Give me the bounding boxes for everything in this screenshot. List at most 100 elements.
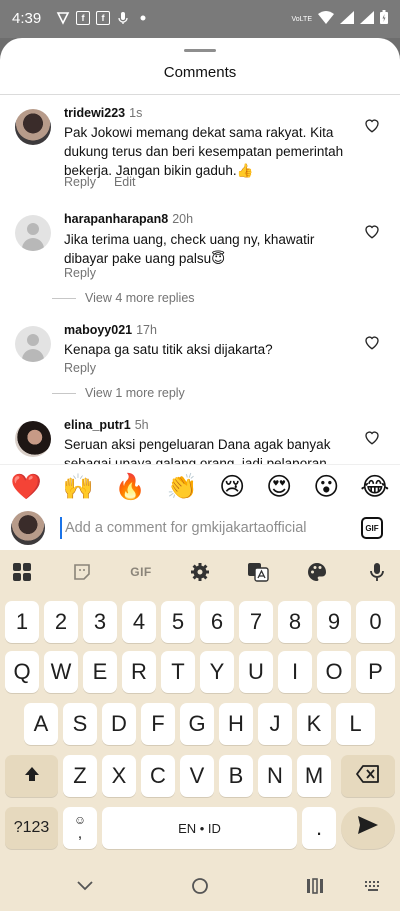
heart-icon[interactable] xyxy=(363,428,381,446)
key-5[interactable]: 5 xyxy=(161,601,195,643)
avatar[interactable] xyxy=(15,326,51,362)
key-a[interactable]: A xyxy=(24,703,58,745)
edit-button[interactable]: Edit xyxy=(114,175,136,189)
comment-actions: Reply Edit xyxy=(64,175,136,189)
key-d[interactable]: D xyxy=(102,703,136,745)
emoji-laughing-button[interactable]: 😂 xyxy=(360,472,389,501)
key-6[interactable]: 6 xyxy=(200,601,234,643)
keyboard-switch-icon[interactable] xyxy=(362,875,384,897)
comment-text: Pak Jokowi memang dekat sama rakyat. Kit… xyxy=(64,125,344,178)
key-0[interactable]: 0 xyxy=(356,601,395,643)
key-w[interactable]: W xyxy=(44,651,78,693)
divider xyxy=(52,392,76,394)
comment-time: 17h xyxy=(136,323,157,337)
key-n[interactable]: N xyxy=(258,755,292,797)
comment-username[interactable]: maboyy021 xyxy=(64,323,132,337)
comment-header: harapanharapan8 20h xyxy=(64,212,193,226)
emoji-clap-button[interactable]: 👏 xyxy=(167,472,198,502)
palette-icon[interactable] xyxy=(305,560,329,584)
key-g[interactable]: G xyxy=(180,703,214,745)
emoji-heart-eyes-button[interactable]: 😍 xyxy=(266,472,292,501)
key-h[interactable]: H xyxy=(219,703,253,745)
key-b[interactable]: B xyxy=(219,755,253,797)
key-k[interactable]: K xyxy=(297,703,331,745)
key-c[interactable]: C xyxy=(141,755,175,797)
key-1[interactable]: 1 xyxy=(5,601,39,643)
period-key[interactable]: . xyxy=(302,807,336,849)
heart-icon[interactable] xyxy=(363,116,381,134)
drag-handle[interactable] xyxy=(184,49,216,52)
key-v[interactable]: V xyxy=(180,755,214,797)
heart-icon[interactable] xyxy=(363,333,381,351)
key-j[interactable]: J xyxy=(258,703,292,745)
translate-icon[interactable] xyxy=(246,560,270,584)
send-key[interactable] xyxy=(341,807,395,849)
microphone-icon xyxy=(116,11,130,25)
emoji-surprised-button[interactable]: 😮 xyxy=(313,472,339,501)
key-l[interactable]: L xyxy=(336,703,375,745)
key-7[interactable]: 7 xyxy=(239,601,273,643)
backspace-key[interactable] xyxy=(341,755,395,797)
avatar[interactable] xyxy=(15,109,51,145)
view-replies-button[interactable]: View 4 more replies xyxy=(52,291,195,305)
emoji-fire-button[interactable]: 🔥 xyxy=(115,472,146,502)
key-m[interactable]: M xyxy=(297,755,331,797)
key-9[interactable]: 9 xyxy=(317,601,351,643)
comma-key[interactable]: ☺ , xyxy=(63,807,97,849)
emoji-crying-button[interactable]: 😢 xyxy=(219,472,245,501)
key-t[interactable]: T xyxy=(161,651,195,693)
key-r[interactable]: R xyxy=(122,651,156,693)
key-o[interactable]: O xyxy=(317,651,351,693)
battery-icon xyxy=(380,10,388,29)
key-p[interactable]: P xyxy=(356,651,395,693)
recents-icon[interactable] xyxy=(304,875,326,897)
avatar[interactable] xyxy=(15,215,51,251)
keyboard-gif-button[interactable]: GIF xyxy=(125,560,157,584)
comment-username[interactable]: harapanharapan8 xyxy=(64,212,168,226)
comment-actions: Reply xyxy=(64,266,96,280)
heart-icon[interactable] xyxy=(363,222,381,240)
key-3[interactable]: 3 xyxy=(83,601,117,643)
key-z[interactable]: Z xyxy=(63,755,97,797)
key-2[interactable]: 2 xyxy=(44,601,78,643)
key-x[interactable]: X xyxy=(102,755,136,797)
reply-button[interactable]: Reply xyxy=(64,175,96,189)
key-e[interactable]: E xyxy=(83,651,117,693)
gif-button[interactable]: GIF xyxy=(361,517,383,539)
comment-text: Kenapa ga satu titik aksi dijakarta? xyxy=(64,342,273,357)
hide-keyboard-chevron-icon[interactable] xyxy=(74,875,96,897)
home-icon[interactable] xyxy=(189,875,211,897)
facebook-icon: f xyxy=(76,11,90,25)
divider xyxy=(0,94,400,95)
avatar[interactable] xyxy=(15,421,51,457)
key-8[interactable]: 8 xyxy=(278,601,312,643)
key-s[interactable]: S xyxy=(63,703,97,745)
comment-header: tridewi223 1s xyxy=(64,106,142,120)
key-f[interactable]: F xyxy=(141,703,175,745)
reply-button[interactable]: Reply xyxy=(64,361,96,375)
microphone-icon[interactable] xyxy=(365,560,389,584)
backspace-icon xyxy=(356,763,380,789)
apps-grid-icon[interactable] xyxy=(10,560,34,584)
comment-username[interactable]: elina_putr1 xyxy=(64,418,131,432)
settings-gear-icon[interactable] xyxy=(188,560,212,584)
key-y[interactable]: Y xyxy=(200,651,234,693)
key-q[interactable]: Q xyxy=(5,651,39,693)
key-u[interactable]: U xyxy=(239,651,273,693)
comment-username[interactable]: tridewi223 xyxy=(64,106,125,120)
keyboard-toolbar: GIF xyxy=(0,550,400,594)
key-i[interactable]: I xyxy=(278,651,312,693)
sticker-icon[interactable] xyxy=(70,560,94,584)
comment-time: 1s xyxy=(129,106,143,120)
system-icons: VoLTE xyxy=(292,10,388,29)
key-4[interactable]: 4 xyxy=(122,601,156,643)
emoji-raised-hands-button[interactable]: 🙌 xyxy=(63,472,94,502)
view-replies-button[interactable]: View 1 more reply xyxy=(52,386,185,400)
space-key[interactable]: EN • ID xyxy=(102,807,297,849)
emoji-heart-button[interactable]: ❤️ xyxy=(11,472,42,502)
symbols-key[interactable]: ?123 xyxy=(5,807,58,849)
send-icon xyxy=(357,815,379,841)
comment-input[interactable] xyxy=(60,517,350,539)
reply-button[interactable]: Reply xyxy=(64,266,96,280)
shift-key[interactable] xyxy=(5,755,58,797)
